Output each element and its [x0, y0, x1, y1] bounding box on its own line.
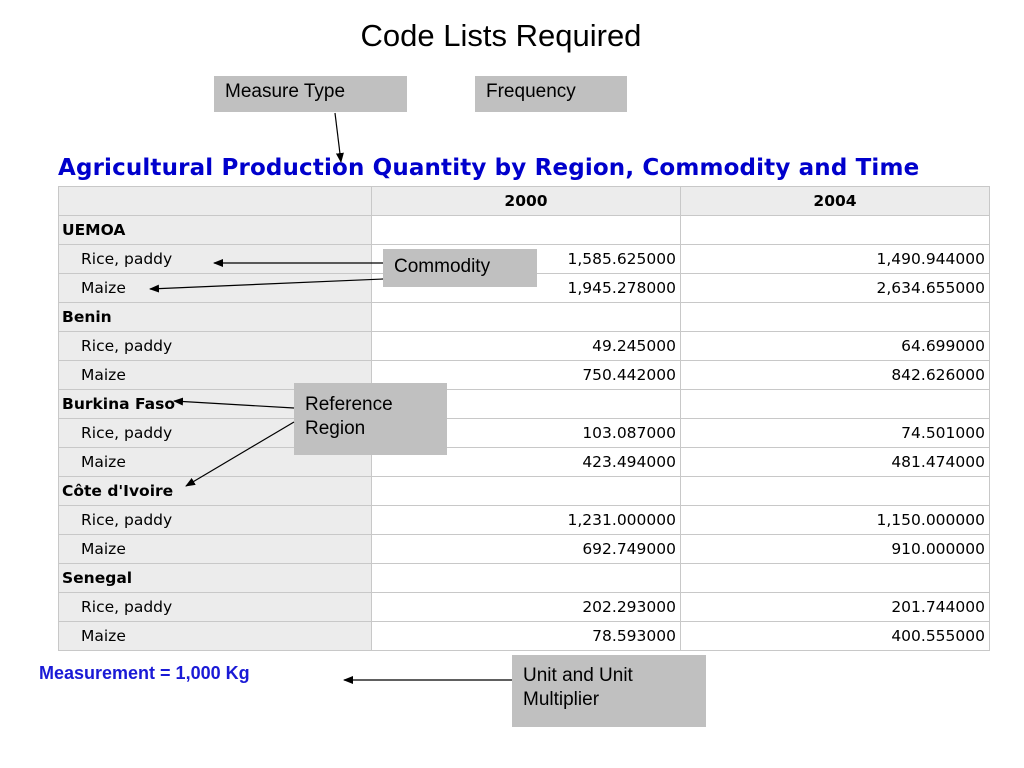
table-row: Maize 750.442000 842.626000	[58, 360, 990, 390]
empty-cell	[680, 476, 990, 506]
commodity-label: Maize	[58, 621, 372, 651]
table-row: Côte d'Ivoire	[58, 476, 990, 506]
value-2004: 74.501000	[680, 418, 990, 448]
value-2004: 481.474000	[680, 447, 990, 477]
callout-frequency-label: Frequency	[486, 81, 576, 102]
callout-measure-type: Measure Type	[214, 76, 407, 112]
empty-cell	[371, 302, 681, 332]
empty-cell	[371, 563, 681, 593]
callout-unit-line1: Unit and Unit	[523, 665, 633, 686]
empty-cell	[680, 302, 990, 332]
callout-frequency: Frequency	[475, 76, 627, 112]
header-2004: 2004	[680, 186, 990, 216]
callout-unit-line2: Multiplier	[523, 689, 600, 710]
table-row: Maize 423.494000 481.474000	[58, 447, 990, 477]
table-row: Burkina Faso	[58, 389, 990, 419]
region-label: UEMOA	[58, 215, 372, 245]
empty-cell	[680, 563, 990, 593]
empty-cell	[371, 476, 681, 506]
callout-measure-type-label: Measure Type	[225, 81, 346, 102]
value-2004: 1,490.944000	[680, 244, 990, 274]
slide-title: Code Lists Required	[360, 18, 642, 53]
table-row: Benin	[58, 302, 990, 332]
callout-reference-region: Reference Region	[294, 383, 447, 455]
table-row: Rice, paddy 202.293000 201.744000	[58, 592, 990, 622]
region-label: Benin	[58, 302, 372, 332]
data-table-panel: Agricultural Production Quantity by Regi…	[58, 150, 990, 651]
table-row: Rice, paddy 103.087000 74.501000	[58, 418, 990, 448]
value-2004: 201.744000	[680, 592, 990, 622]
value-2000: 692.749000	[371, 534, 681, 564]
empty-cell	[680, 215, 990, 245]
value-2000: 202.293000	[371, 592, 681, 622]
empty-cell	[680, 389, 990, 419]
commodity-label: Rice, paddy	[58, 331, 372, 361]
value-2000: 49.245000	[371, 331, 681, 361]
table-title: Agricultural Production Quantity by Regi…	[58, 155, 920, 181]
region-label: Côte d'Ivoire	[58, 476, 372, 506]
value-2000: 78.593000	[371, 621, 681, 651]
empty-cell	[371, 215, 681, 245]
header-2000: 2000	[371, 186, 681, 216]
value-2004: 1,150.000000	[680, 505, 990, 535]
commodity-label: Rice, paddy	[58, 244, 372, 274]
table-row: UEMOA	[58, 215, 990, 245]
value-2004: 64.699000	[680, 331, 990, 361]
commodity-label: Rice, paddy	[58, 592, 372, 622]
region-label: Senegal	[58, 563, 372, 593]
measurement-note: Measurement = 1,000 Kg	[39, 663, 250, 683]
callout-reference-region-line1: Reference	[305, 394, 393, 415]
commodity-label: Maize	[58, 273, 372, 303]
value-2004: 400.555000	[680, 621, 990, 651]
callout-reference-region-line2: Region	[305, 418, 366, 439]
table-row: Rice, paddy 1,231.000000 1,150.000000	[58, 505, 990, 535]
value-2004: 2,634.655000	[680, 273, 990, 303]
table-row: Maize 78.593000 400.555000	[58, 621, 990, 651]
commodity-label: Maize	[58, 534, 372, 564]
commodity-label: Rice, paddy	[58, 505, 372, 535]
table-row: Rice, paddy 49.245000 64.699000	[58, 331, 990, 361]
callout-unit-multiplier: Unit and Unit Multiplier	[512, 655, 706, 727]
value-2000: 1,231.000000	[371, 505, 681, 535]
table-row: Senegal	[58, 563, 990, 593]
table-header-row: 2000 2004	[58, 186, 990, 216]
value-2004: 842.626000	[680, 360, 990, 390]
header-stub	[58, 186, 372, 216]
table-row: Maize 692.749000 910.000000	[58, 534, 990, 564]
callout-commodity-label: Commodity	[394, 256, 491, 277]
value-2004: 910.000000	[680, 534, 990, 564]
callout-commodity: Commodity	[383, 249, 537, 287]
